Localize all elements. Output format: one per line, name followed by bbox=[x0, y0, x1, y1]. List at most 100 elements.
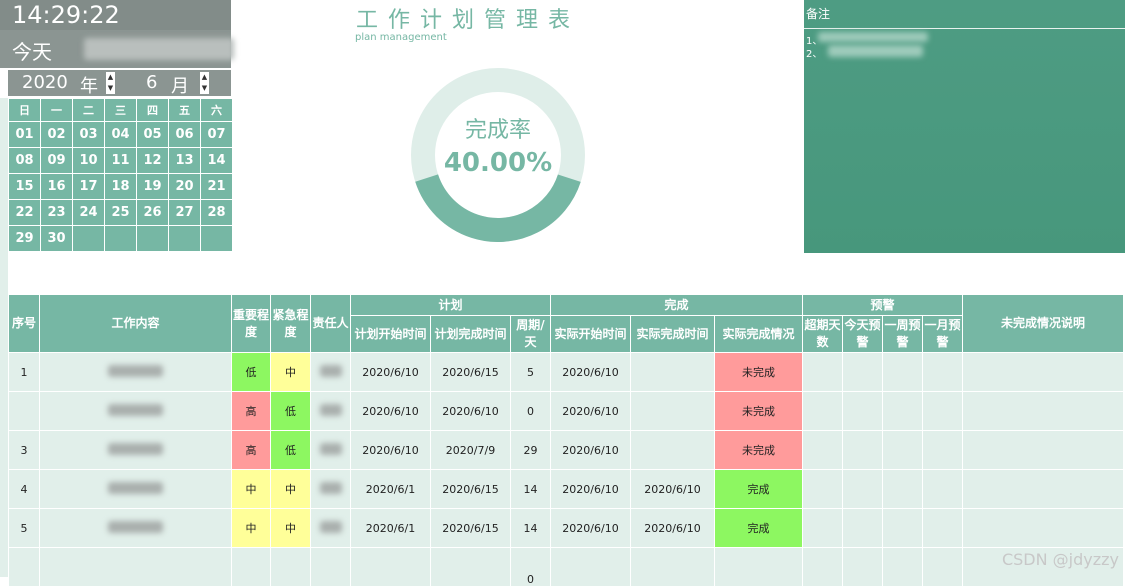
cell-content[interactable] bbox=[39, 547, 232, 587]
cell-actual-end[interactable] bbox=[630, 352, 715, 392]
calendar-day[interactable]: 12 bbox=[136, 147, 169, 174]
cell-index[interactable]: 1 bbox=[8, 352, 40, 392]
cell-overdue[interactable] bbox=[802, 469, 843, 509]
cell-owner[interactable] bbox=[310, 430, 351, 470]
cell-urgency[interactable]: 低 bbox=[270, 430, 311, 470]
cell-actual-start[interactable]: 2020/6/10 bbox=[550, 469, 631, 509]
calendar-day[interactable]: 17 bbox=[72, 173, 105, 200]
calendar-day[interactable]: 25 bbox=[104, 199, 137, 226]
cell-content[interactable] bbox=[39, 391, 232, 431]
cell-status[interactable]: 完成 bbox=[714, 469, 803, 509]
calendar-day[interactable]: 23 bbox=[40, 199, 73, 226]
cell-period[interactable]: 14 bbox=[510, 469, 551, 509]
cell-note[interactable] bbox=[962, 430, 1124, 470]
cell-plan-end[interactable] bbox=[430, 547, 511, 587]
cell-owner[interactable] bbox=[310, 547, 351, 587]
calendar-day[interactable]: 24 bbox=[72, 199, 105, 226]
cell-week-warn[interactable] bbox=[882, 508, 923, 548]
calendar-day[interactable] bbox=[200, 225, 233, 252]
cell-actual-start[interactable] bbox=[550, 547, 631, 587]
year-spinner[interactable]: ▲ ▼ bbox=[106, 72, 115, 94]
calendar-day[interactable] bbox=[168, 225, 201, 252]
cell-plan-start[interactable]: 2020/6/10 bbox=[350, 430, 431, 470]
cell-period[interactable]: 29 bbox=[510, 430, 551, 470]
cell-plan-end[interactable]: 2020/6/15 bbox=[430, 508, 511, 548]
calendar-day[interactable]: 11 bbox=[104, 147, 137, 174]
cell-today-warn[interactable] bbox=[842, 469, 883, 509]
calendar-day[interactable]: 03 bbox=[72, 121, 105, 148]
cell-urgency[interactable]: 中 bbox=[270, 508, 311, 548]
cell-status[interactable]: 完成 bbox=[714, 508, 803, 548]
cell-importance[interactable]: 中 bbox=[231, 469, 271, 509]
cell-note[interactable] bbox=[962, 352, 1124, 392]
calendar-day[interactable]: 18 bbox=[104, 173, 137, 200]
calendar-day[interactable]: 26 bbox=[136, 199, 169, 226]
cell-today-warn[interactable] bbox=[842, 430, 883, 470]
calendar-day[interactable]: 19 bbox=[136, 173, 169, 200]
cell-importance[interactable]: 中 bbox=[231, 508, 271, 548]
calendar-day[interactable]: 22 bbox=[8, 199, 41, 226]
cell-overdue[interactable] bbox=[802, 352, 843, 392]
cell-overdue[interactable] bbox=[802, 547, 843, 587]
cell-period[interactable]: 5 bbox=[510, 352, 551, 392]
cell-status[interactable]: 未完成 bbox=[714, 352, 803, 392]
cell-urgency[interactable]: 低 bbox=[270, 391, 311, 431]
calendar-day[interactable]: 16 bbox=[40, 173, 73, 200]
cell-actual-start[interactable]: 2020/6/10 bbox=[550, 391, 631, 431]
cell-actual-start[interactable]: 2020/6/10 bbox=[550, 430, 631, 470]
calendar-day[interactable]: 02 bbox=[40, 121, 73, 148]
calendar-day[interactable]: 08 bbox=[8, 147, 41, 174]
calendar-day[interactable]: 01 bbox=[8, 121, 41, 148]
cell-actual-start[interactable]: 2020/6/10 bbox=[550, 352, 631, 392]
calendar-day[interactable]: 05 bbox=[136, 121, 169, 148]
calendar-day[interactable]: 07 bbox=[200, 121, 233, 148]
cell-plan-end[interactable]: 2020/7/9 bbox=[430, 430, 511, 470]
cell-owner[interactable] bbox=[310, 469, 351, 509]
cell-today-warn[interactable] bbox=[842, 508, 883, 548]
calendar-day[interactable] bbox=[136, 225, 169, 252]
spin-down-icon[interactable]: ▼ bbox=[200, 83, 209, 94]
cell-content[interactable] bbox=[39, 469, 232, 509]
cell-importance[interactable]: 高 bbox=[231, 430, 271, 470]
cell-plan-end[interactable]: 2020/6/10 bbox=[430, 391, 511, 431]
calendar-day[interactable]: 29 bbox=[8, 225, 41, 252]
cell-status[interactable] bbox=[714, 547, 803, 587]
cell-content[interactable] bbox=[39, 352, 232, 392]
cell-overdue[interactable] bbox=[802, 430, 843, 470]
cell-plan-start[interactable]: 2020/6/10 bbox=[350, 391, 431, 431]
cell-overdue[interactable] bbox=[802, 508, 843, 548]
cell-month-warn[interactable] bbox=[922, 547, 963, 587]
cell-week-warn[interactable] bbox=[882, 469, 923, 509]
cell-week-warn[interactable] bbox=[882, 430, 923, 470]
cell-importance[interactable]: 低 bbox=[231, 352, 271, 392]
calendar-day[interactable]: 27 bbox=[168, 199, 201, 226]
cell-plan-start[interactable]: 2020/6/1 bbox=[350, 469, 431, 509]
cell-month-warn[interactable] bbox=[922, 352, 963, 392]
cell-plan-start[interactable]: 2020/6/10 bbox=[350, 352, 431, 392]
calendar-day[interactable]: 14 bbox=[200, 147, 233, 174]
cell-content[interactable] bbox=[39, 508, 232, 548]
cell-month-warn[interactable] bbox=[922, 391, 963, 431]
spin-down-icon[interactable]: ▼ bbox=[106, 83, 115, 94]
calendar-day[interactable]: 15 bbox=[8, 173, 41, 200]
calendar-day[interactable] bbox=[72, 225, 105, 252]
cell-importance[interactable]: 高 bbox=[231, 391, 271, 431]
cell-actual-end[interactable] bbox=[630, 391, 715, 431]
spin-up-icon[interactable]: ▲ bbox=[200, 72, 209, 83]
calendar-day[interactable]: 04 bbox=[104, 121, 137, 148]
calendar-day[interactable] bbox=[104, 225, 137, 252]
cell-note[interactable] bbox=[962, 469, 1124, 509]
cell-index[interactable]: 5 bbox=[8, 508, 40, 548]
cell-today-warn[interactable] bbox=[842, 352, 883, 392]
cell-overdue[interactable] bbox=[802, 391, 843, 431]
cell-urgency[interactable]: 中 bbox=[270, 352, 311, 392]
cell-week-warn[interactable] bbox=[882, 391, 923, 431]
cell-today-warn[interactable] bbox=[842, 391, 883, 431]
cell-actual-end[interactable] bbox=[630, 430, 715, 470]
cell-index[interactable]: 3 bbox=[8, 430, 40, 470]
spin-up-icon[interactable]: ▲ bbox=[106, 72, 115, 83]
cell-plan-start[interactable]: 2020/6/1 bbox=[350, 508, 431, 548]
cell-actual-start[interactable]: 2020/6/10 bbox=[550, 508, 631, 548]
cell-plan-end[interactable]: 2020/6/15 bbox=[430, 352, 511, 392]
cell-index[interactable]: 4 bbox=[8, 469, 40, 509]
